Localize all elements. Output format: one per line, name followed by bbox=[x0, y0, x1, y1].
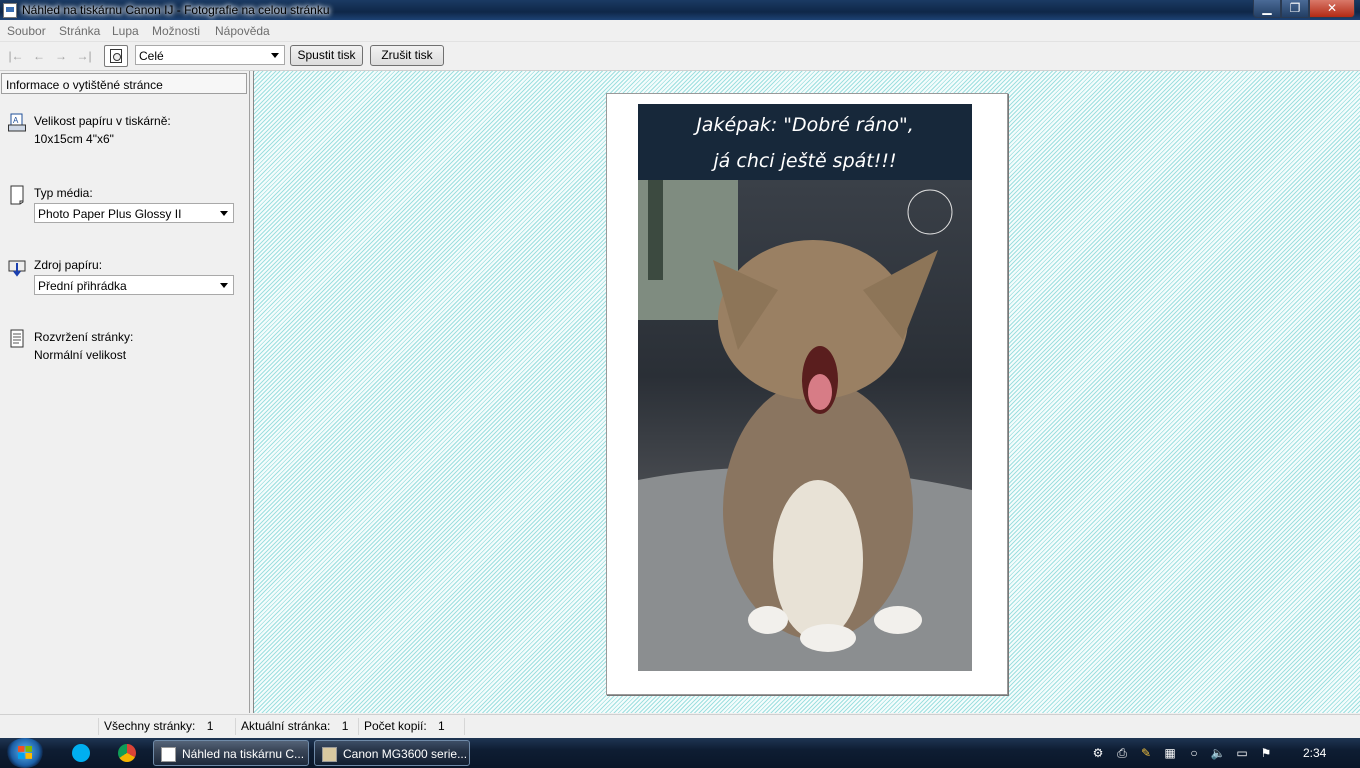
print-preview-area[interactable]: Jaképak: "Dobré ráno", já chci ještě spá… bbox=[253, 71, 1360, 713]
keyboard-tray-icon[interactable]: ▦ bbox=[1162, 745, 1178, 761]
kitten-image bbox=[638, 180, 972, 671]
previous-page-icon[interactable]: ← bbox=[31, 50, 47, 62]
page-info-panel: Informace o vytištěné stránce A Velikost… bbox=[0, 71, 250, 713]
status-copies: Počet kopií: 1 bbox=[358, 718, 465, 735]
action-center-flag-icon[interactable]: ⚑ bbox=[1258, 745, 1274, 761]
menu-moznosti[interactable]: Možnosti bbox=[152, 24, 200, 38]
title-bar: Náhled na tiskárnu Canon IJ - Fotografie… bbox=[0, 0, 1360, 20]
page-layout-icon bbox=[10, 329, 24, 348]
status-current-page: Aktuální stránka: 1 bbox=[235, 718, 359, 735]
start-button[interactable] bbox=[6, 738, 44, 768]
chrome-icon[interactable] bbox=[118, 744, 136, 762]
chevron-down-icon bbox=[220, 211, 228, 216]
panel-header-label: Informace o vytištěné stránce bbox=[6, 78, 163, 92]
caption-band: Jaképak: "Dobré ráno", já chci ještě spá… bbox=[638, 104, 972, 180]
status-all-pages: Všechny stránky: 1 bbox=[98, 718, 234, 735]
caption-line-1: Jaképak: "Dobré ráno", bbox=[696, 114, 914, 136]
network-status-icon[interactable]: ⚙ bbox=[1090, 745, 1106, 761]
volume-icon[interactable]: 🔈 bbox=[1210, 745, 1226, 761]
page-layout-label: Rozvržení stránky: bbox=[34, 330, 134, 344]
printer-settings-icon bbox=[322, 747, 337, 762]
clock[interactable]: 2:34 bbox=[1303, 746, 1326, 760]
paper-size-label: Velikost papíru v tiskárně: bbox=[34, 114, 171, 128]
panel-header: Informace o vytištěné stránce bbox=[1, 73, 247, 94]
caption-line-2: já chci ještě spát!!! bbox=[713, 150, 897, 172]
menu-napoveda[interactable]: Nápověda bbox=[215, 24, 270, 38]
taskbar: Náhled na tiskárnu C... Canon MG3600 ser… bbox=[0, 738, 1360, 768]
window-title: Náhled na tiskárnu Canon IJ - Fotografie… bbox=[22, 3, 330, 17]
zoom-value: Celé bbox=[139, 49, 164, 63]
menu-lupa[interactable]: Lupa bbox=[112, 24, 139, 38]
display-tray-icon[interactable]: ▭ bbox=[1234, 745, 1250, 761]
last-page-icon[interactable]: →| bbox=[76, 50, 92, 62]
taskbar-item-print-preview[interactable]: Náhled na tiskárnu C... bbox=[153, 740, 309, 766]
paper-size-value: 10x15cm 4"x6" bbox=[34, 132, 114, 146]
media-type-select[interactable]: Photo Paper Plus Glossy II bbox=[34, 203, 234, 223]
preview-photo: Jaképak: "Dobré ráno", já chci ještě spá… bbox=[638, 104, 972, 671]
paper-source-value: Přední přihrádka bbox=[38, 279, 127, 293]
cancel-print-button[interactable]: Zrušit tisk bbox=[370, 45, 444, 66]
circle-tray-icon[interactable]: ○ bbox=[1186, 745, 1202, 761]
restore-button[interactable]: ❐ bbox=[1281, 0, 1309, 18]
svg-text:A: A bbox=[13, 116, 19, 125]
paper-sheet: Jaképak: "Dobré ráno", já chci ještě spá… bbox=[606, 93, 1008, 695]
app-icon[interactable] bbox=[3, 3, 17, 18]
paper-size-icon: A bbox=[8, 113, 26, 132]
page-layout-value: Normální velikost bbox=[34, 348, 127, 362]
printer-tray-icon[interactable]: ⎙ bbox=[1114, 745, 1130, 761]
paper-source-select[interactable]: Přední přihrádka bbox=[34, 275, 234, 295]
media-type-value: Photo Paper Plus Glossy II bbox=[38, 207, 182, 221]
first-page-icon[interactable]: |← bbox=[8, 50, 24, 62]
toolbar: |← ← → →| Celé Spustit tisk Zrušit tisk bbox=[0, 42, 1360, 71]
paper-source-label: Zdroj papíru: bbox=[34, 258, 103, 272]
media-type-label: Typ média: bbox=[34, 186, 93, 200]
chevron-down-icon bbox=[271, 53, 279, 58]
close-button[interactable]: ✕ bbox=[1309, 0, 1355, 18]
skype-icon[interactable] bbox=[72, 744, 90, 762]
chevron-down-icon bbox=[220, 283, 228, 288]
menu-stranka[interactable]: Stránka bbox=[59, 24, 100, 38]
print-preview-icon bbox=[161, 747, 176, 762]
next-page-icon[interactable]: → bbox=[53, 50, 69, 62]
menu-soubor[interactable]: Soubor bbox=[7, 24, 46, 38]
page-info-toggle-button[interactable] bbox=[104, 45, 128, 67]
minimize-button[interactable]: ▁ bbox=[1253, 0, 1281, 18]
zoom-select[interactable]: Celé bbox=[135, 45, 285, 65]
menu-bar: Soubor Stránka Lupa Možnosti Nápověda bbox=[0, 21, 1360, 42]
status-bar: Všechny stránky: 1 Aktuální stránka: 1 P… bbox=[0, 714, 1360, 739]
media-type-icon bbox=[10, 185, 24, 205]
paper-source-icon bbox=[8, 260, 26, 277]
pen-tray-icon[interactable]: ✎ bbox=[1138, 745, 1154, 761]
taskbar-item-canon[interactable]: Canon MG3600 serie... bbox=[314, 740, 470, 766]
start-print-button[interactable]: Spustit tisk bbox=[290, 45, 363, 66]
